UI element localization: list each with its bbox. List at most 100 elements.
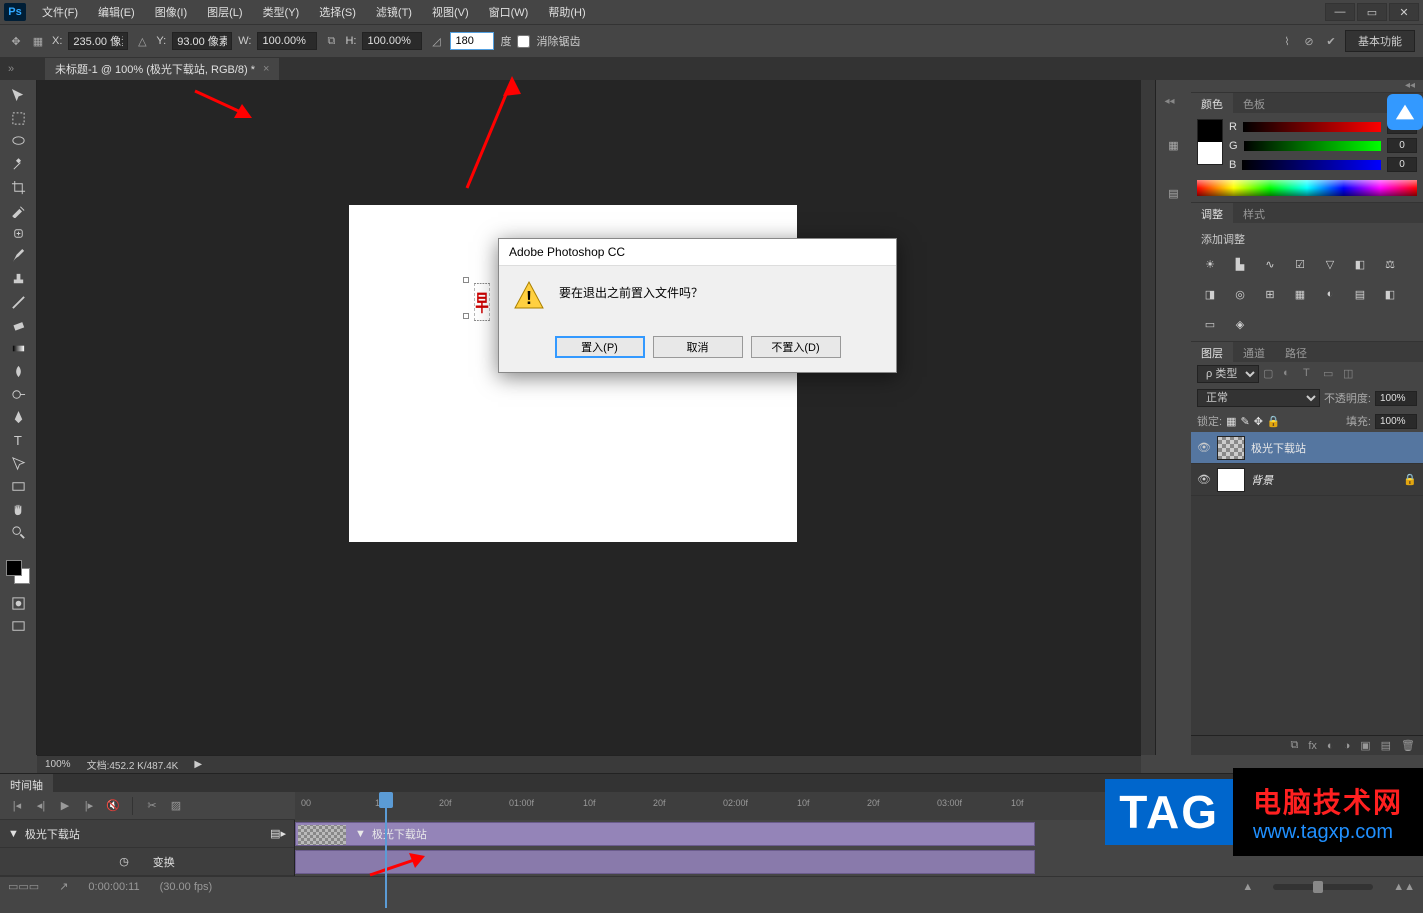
menu-file[interactable]: 文件(F)	[34, 1, 86, 23]
placed-object[interactable]: 早	[474, 283, 490, 321]
next-frame-icon[interactable]: |▸	[80, 797, 98, 815]
zoom-level[interactable]: 100%	[45, 759, 71, 770]
posterize-icon[interactable]: ▤	[1351, 285, 1369, 303]
menu-filter[interactable]: 滤镜(T)	[368, 1, 420, 23]
blend-mode-select[interactable]: 正常	[1197, 389, 1320, 407]
vertical-scrollbar[interactable]	[1141, 80, 1155, 755]
first-frame-icon[interactable]: |◂	[8, 797, 26, 815]
menu-layer[interactable]: 图层(L)	[199, 1, 250, 23]
layer-kind-select[interactable]: ρ 类型	[1197, 365, 1259, 383]
doc-tab[interactable]: 未标题-1 @ 100% (极光下载站, RGB/8) * ×	[45, 58, 279, 80]
x-input[interactable]	[68, 32, 128, 50]
angle-input[interactable]	[450, 32, 494, 50]
canvas-area[interactable]: 早	[37, 80, 1141, 755]
fx-icon[interactable]: fx	[1308, 740, 1317, 752]
properties-panel-icon[interactable]: ▤	[1163, 182, 1185, 204]
link-layers-icon[interactable]: ⧉	[1290, 739, 1298, 752]
tab-styles[interactable]: 样式	[1233, 203, 1275, 223]
track-options-icon[interactable]: ▤▸	[270, 827, 286, 840]
pen-tool[interactable]	[5, 406, 31, 428]
visibility-icon[interactable]: 👁	[1197, 473, 1211, 486]
hand-tool[interactable]	[5, 498, 31, 520]
w-input[interactable]	[257, 32, 317, 50]
lasso-tool[interactable]	[5, 130, 31, 152]
invert-icon[interactable]: ◐	[1321, 285, 1339, 303]
delete-layer-icon[interactable]: 🗑	[1401, 739, 1415, 752]
filter-image-icon[interactable]: ▢	[1263, 367, 1277, 381]
layer-thumb[interactable]	[1217, 436, 1245, 460]
play-icon[interactable]: ▶	[56, 797, 74, 815]
layer-row[interactable]: 👁 背景 🔒	[1191, 464, 1423, 496]
lock-all-icon[interactable]: 🔒	[1267, 415, 1281, 428]
gradient-tool[interactable]	[5, 337, 31, 359]
rectangle-tool[interactable]	[5, 475, 31, 497]
cancel-button[interactable]: 取消	[653, 336, 743, 358]
menu-select[interactable]: 选择(S)	[311, 1, 364, 23]
selective-color-icon[interactable]: ◈	[1231, 315, 1249, 333]
transition-icon[interactable]: ▨	[167, 797, 185, 815]
levels-icon[interactable]: ▙	[1231, 255, 1249, 273]
tab-channels[interactable]: 通道	[1233, 342, 1275, 362]
vibrance-icon[interactable]: ▽	[1321, 255, 1339, 273]
menu-help[interactable]: 帮助(H)	[540, 1, 593, 23]
workspace-select[interactable]: 基本功能	[1345, 30, 1415, 52]
transform-handle[interactable]	[463, 277, 469, 283]
assistant-badge-icon[interactable]	[1387, 94, 1423, 130]
adjustment-layer-icon[interactable]: ◑	[1344, 740, 1351, 752]
panels-collapse[interactable]: ◂◂	[1191, 80, 1423, 92]
layer-row[interactable]: 👁 极光下载站	[1191, 432, 1423, 464]
doc-info[interactable]: 文档:452.2 K/487.4K	[87, 757, 179, 772]
menu-view[interactable]: 视图(V)	[424, 1, 477, 23]
blur-tool[interactable]	[5, 360, 31, 382]
warp-icon[interactable]: ⌇	[1279, 33, 1295, 49]
status-arrow-icon[interactable]: ▶	[194, 759, 202, 770]
y-input[interactable]	[172, 32, 232, 50]
b-slider[interactable]	[1242, 160, 1381, 170]
lock-paint-icon[interactable]: ✎	[1240, 415, 1249, 428]
new-layer-icon[interactable]: ▤	[1381, 739, 1391, 752]
track-header[interactable]: ▼ 极光下载站 ▤▸	[0, 820, 294, 848]
curves-icon[interactable]: ∿	[1261, 255, 1279, 273]
clip[interactable]: ▼ 极光下载站	[295, 822, 1035, 846]
doc-tab-close-icon[interactable]: ×	[263, 63, 269, 75]
dont-place-button[interactable]: 不置入(D)	[751, 336, 841, 358]
color-preview[interactable]	[1197, 119, 1223, 165]
group-icon[interactable]: ▣	[1360, 739, 1370, 752]
lookup-icon[interactable]: ▦	[1291, 285, 1309, 303]
stopwatch-icon[interactable]: ◷	[119, 855, 129, 868]
stamp-tool[interactable]	[5, 268, 31, 290]
b-input[interactable]	[1387, 157, 1417, 172]
chevron-down-icon[interactable]: ▼	[8, 828, 19, 840]
playhead[interactable]	[379, 792, 393, 808]
marquee-tool[interactable]	[5, 107, 31, 129]
filter-smart-icon[interactable]: ◫	[1343, 367, 1357, 381]
healing-tool[interactable]	[5, 222, 31, 244]
zoom-in-icon[interactable]: ▲▲	[1393, 881, 1415, 893]
bw-icon[interactable]: ◨	[1201, 285, 1219, 303]
tab-color[interactable]: 颜色	[1191, 93, 1233, 113]
brush-tool[interactable]	[5, 245, 31, 267]
menu-window[interactable]: 窗口(W)	[481, 1, 537, 23]
layer-name[interactable]: 背景	[1251, 472, 1397, 488]
magic-wand-tool[interactable]	[5, 153, 31, 175]
eraser-tool[interactable]	[5, 314, 31, 336]
g-input[interactable]	[1387, 138, 1417, 153]
threshold-icon[interactable]: ◧	[1381, 285, 1399, 303]
quick-mask-toggle[interactable]	[5, 592, 31, 614]
menu-image[interactable]: 图像(I)	[147, 1, 195, 23]
opacity-input[interactable]	[1375, 391, 1417, 406]
tab-timeline[interactable]: 时间轴	[0, 774, 53, 796]
maximize-button[interactable]: ▭	[1357, 3, 1387, 21]
mute-icon[interactable]: 🔇	[104, 797, 122, 815]
panel-collapse-toggle[interactable]: ◂◂	[1164, 96, 1182, 108]
tab-chevrons[interactable]: »	[8, 63, 14, 75]
commit-transform-icon[interactable]: ✔	[1323, 33, 1339, 49]
history-brush-tool[interactable]	[5, 291, 31, 313]
filter-adjust-icon[interactable]: ◐	[1283, 367, 1297, 381]
layer-thumb[interactable]	[1217, 468, 1245, 492]
minimize-button[interactable]: —	[1325, 3, 1355, 21]
prev-frame-icon[interactable]: ◂|	[32, 797, 50, 815]
lock-transparency-icon[interactable]: ▦	[1226, 415, 1236, 428]
fill-input[interactable]	[1375, 414, 1417, 429]
r-slider[interactable]	[1243, 122, 1381, 132]
